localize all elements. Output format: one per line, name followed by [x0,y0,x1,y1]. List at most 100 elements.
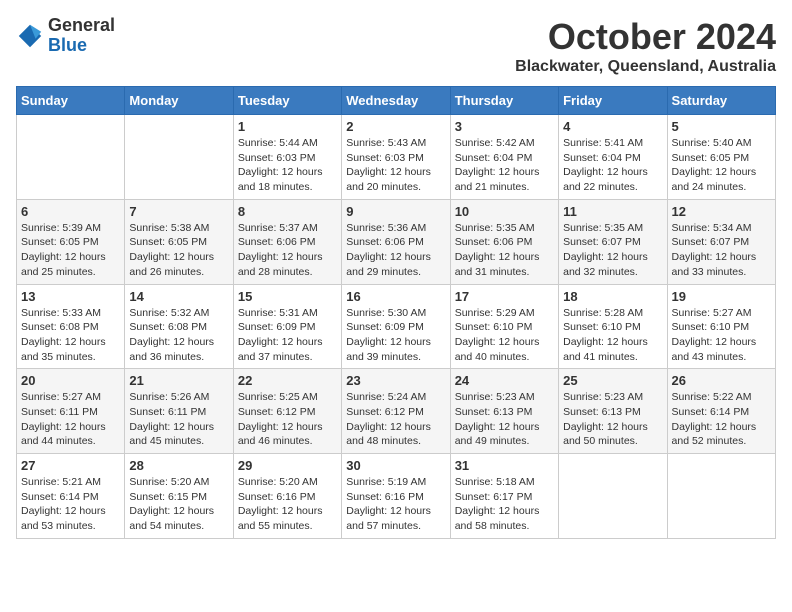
calendar-cell: 8 Sunrise: 5:37 AMSunset: 6:06 PMDaylight… [233,199,341,284]
weekday-header: Wednesday [342,87,450,115]
calendar-week-row: 20Sunrise: 5:27 AMSunset: 6:11 PMDayligh… [17,369,776,454]
calendar-cell: 24Sunrise: 5:23 AMSunset: 6:13 PMDayligh… [450,369,558,454]
day-number: 2 [346,119,445,134]
day-info: Sunrise: 5:20 AMSunset: 6:15 PMDaylight:… [129,475,228,534]
calendar-cell: 13 Sunrise: 5:33 AMSunset: 6:08 PMDayligh… [17,284,125,369]
weekday-header: Monday [125,87,233,115]
day-info: Sunrise: 5:31 AMSunset: 6:09 PMDaylight:… [238,306,337,365]
calendar-cell: 31 Sunrise: 5:18 AMSunset: 6:17 PMDayligh… [450,454,558,539]
day-number: 13 [21,289,120,304]
day-number: 27 [21,458,120,473]
calendar-cell: 7Sunrise: 5:38 AMSunset: 6:05 PMDaylight… [125,199,233,284]
day-info: Sunrise: 5:34 AMSunset: 6:07 PMDaylight:… [672,221,771,280]
calendar-cell: 3 Sunrise: 5:42 AMSunset: 6:04 PMDaylight… [450,115,558,200]
day-info: Sunrise: 5:24 AMSunset: 6:12 PMDaylight:… [346,390,445,449]
weekday-header-row: SundayMondayTuesdayWednesdayThursdayFrid… [17,87,776,115]
weekday-header: Thursday [450,87,558,115]
weekday-header: Saturday [667,87,775,115]
day-info: Sunrise: 5:26 AMSunset: 6:11 PMDaylight:… [129,390,228,449]
calendar-cell: 17 Sunrise: 5:29 AMSunset: 6:10 PMDayligh… [450,284,558,369]
calendar-cell: 2 Sunrise: 5:43 AMSunset: 6:03 PMDaylight… [342,115,450,200]
day-number: 17 [455,289,554,304]
calendar-cell: 10Sunrise: 5:35 AMSunset: 6:06 PMDayligh… [450,199,558,284]
calendar-week-row: 1Sunrise: 5:44 AMSunset: 6:03 PMDaylight… [17,115,776,200]
calendar-cell: 19 Sunrise: 5:27 AMSunset: 6:10 PMDayligh… [667,284,775,369]
day-number: 31 [455,458,554,473]
calendar-cell: 1Sunrise: 5:44 AMSunset: 6:03 PMDaylight… [233,115,341,200]
day-info: Sunrise: 5:41 AMSunset: 6:04 PMDaylight:… [563,136,662,195]
day-info: Sunrise: 5:25 AMSunset: 6:12 PMDaylight:… [238,390,337,449]
day-number: 12 [672,204,771,219]
month-title: October 2024 [515,16,776,58]
day-info: Sunrise: 5:23 AMSunset: 6:13 PMDaylight:… [455,390,554,449]
calendar-cell [125,115,233,200]
day-number: 3 [455,119,554,134]
day-info: Sunrise: 5:39 AMSunset: 6:05 PMDaylight:… [21,221,120,280]
header: General Blue October 2024 Blackwater, Qu… [16,16,776,76]
day-info: Sunrise: 5:43 AMSunset: 6:03 PMDaylight:… [346,136,445,195]
day-number: 25 [563,373,662,388]
day-info: Sunrise: 5:29 AMSunset: 6:10 PMDaylight:… [455,306,554,365]
calendar-cell: 23 Sunrise: 5:24 AMSunset: 6:12 PMDayligh… [342,369,450,454]
day-number: 15 [238,289,337,304]
calendar-cell: 6 Sunrise: 5:39 AMSunset: 6:05 PMDaylight… [17,199,125,284]
day-number: 4 [563,119,662,134]
day-info: Sunrise: 5:18 AMSunset: 6:17 PMDaylight:… [455,475,554,534]
calendar-cell: 15 Sunrise: 5:31 AMSunset: 6:09 PMDayligh… [233,284,341,369]
day-number: 7 [129,204,228,219]
location-title: Blackwater, Queensland, Australia [515,58,776,76]
calendar-cell: 18 Sunrise: 5:28 AMSunset: 6:10 PMDayligh… [559,284,667,369]
day-info: Sunrise: 5:19 AMSunset: 6:16 PMDaylight:… [346,475,445,534]
day-info: Sunrise: 5:42 AMSunset: 6:04 PMDaylight:… [455,136,554,195]
calendar-cell: 4 Sunrise: 5:41 AMSunset: 6:04 PMDaylight… [559,115,667,200]
calendar-week-row: 13 Sunrise: 5:33 AMSunset: 6:08 PMDayligh… [17,284,776,369]
day-number: 28 [129,458,228,473]
day-number: 30 [346,458,445,473]
day-info: Sunrise: 5:30 AMSunset: 6:09 PMDaylight:… [346,306,445,365]
calendar-cell: 28 Sunrise: 5:20 AMSunset: 6:15 PMDayligh… [125,454,233,539]
day-info: Sunrise: 5:36 AMSunset: 6:06 PMDaylight:… [346,221,445,280]
logo-icon [16,22,44,50]
calendar: SundayMondayTuesdayWednesdayThursdayFrid… [16,86,776,539]
weekday-header: Sunday [17,87,125,115]
calendar-cell: 5 Sunrise: 5:40 AMSunset: 6:05 PMDaylight… [667,115,775,200]
calendar-cell: 16 Sunrise: 5:30 AMSunset: 6:09 PMDayligh… [342,284,450,369]
day-number: 23 [346,373,445,388]
day-number: 16 [346,289,445,304]
day-info: Sunrise: 5:28 AMSunset: 6:10 PMDaylight:… [563,306,662,365]
day-info: Sunrise: 5:37 AMSunset: 6:06 PMDaylight:… [238,221,337,280]
calendar-cell [559,454,667,539]
title-area: October 2024 Blackwater, Queensland, Aus… [515,16,776,76]
calendar-cell [17,115,125,200]
day-info: Sunrise: 5:21 AMSunset: 6:14 PMDaylight:… [21,475,120,534]
day-number: 8 [238,204,337,219]
calendar-cell: 20Sunrise: 5:27 AMSunset: 6:11 PMDayligh… [17,369,125,454]
calendar-cell: 30 Sunrise: 5:19 AMSunset: 6:16 PMDayligh… [342,454,450,539]
day-number: 19 [672,289,771,304]
day-info: Sunrise: 5:33 AMSunset: 6:08 PMDaylight:… [21,306,120,365]
day-info: Sunrise: 5:27 AMSunset: 6:10 PMDaylight:… [672,306,771,365]
day-number: 26 [672,373,771,388]
calendar-cell: 9Sunrise: 5:36 AMSunset: 6:06 PMDaylight… [342,199,450,284]
day-info: Sunrise: 5:35 AMSunset: 6:06 PMDaylight:… [455,221,554,280]
day-info: Sunrise: 5:44 AMSunset: 6:03 PMDaylight:… [238,136,337,195]
day-info: Sunrise: 5:40 AMSunset: 6:05 PMDaylight:… [672,136,771,195]
calendar-week-row: 6 Sunrise: 5:39 AMSunset: 6:05 PMDaylight… [17,199,776,284]
day-number: 5 [672,119,771,134]
day-number: 14 [129,289,228,304]
calendar-cell: 22Sunrise: 5:25 AMSunset: 6:12 PMDayligh… [233,369,341,454]
day-number: 18 [563,289,662,304]
calendar-cell: 14Sunrise: 5:32 AMSunset: 6:08 PMDayligh… [125,284,233,369]
calendar-cell: 27 Sunrise: 5:21 AMSunset: 6:14 PMDayligh… [17,454,125,539]
day-number: 6 [21,204,120,219]
day-info: Sunrise: 5:35 AMSunset: 6:07 PMDaylight:… [563,221,662,280]
calendar-cell: 29Sunrise: 5:20 AMSunset: 6:16 PMDayligh… [233,454,341,539]
day-info: Sunrise: 5:22 AMSunset: 6:14 PMDaylight:… [672,390,771,449]
logo: General Blue [16,16,115,56]
logo-blue-text: Blue [48,36,115,56]
weekday-header: Friday [559,87,667,115]
day-info: Sunrise: 5:20 AMSunset: 6:16 PMDaylight:… [238,475,337,534]
logo-general-text: General [48,16,115,36]
weekday-header: Tuesday [233,87,341,115]
calendar-cell: 25Sunrise: 5:23 AMSunset: 6:13 PMDayligh… [559,369,667,454]
